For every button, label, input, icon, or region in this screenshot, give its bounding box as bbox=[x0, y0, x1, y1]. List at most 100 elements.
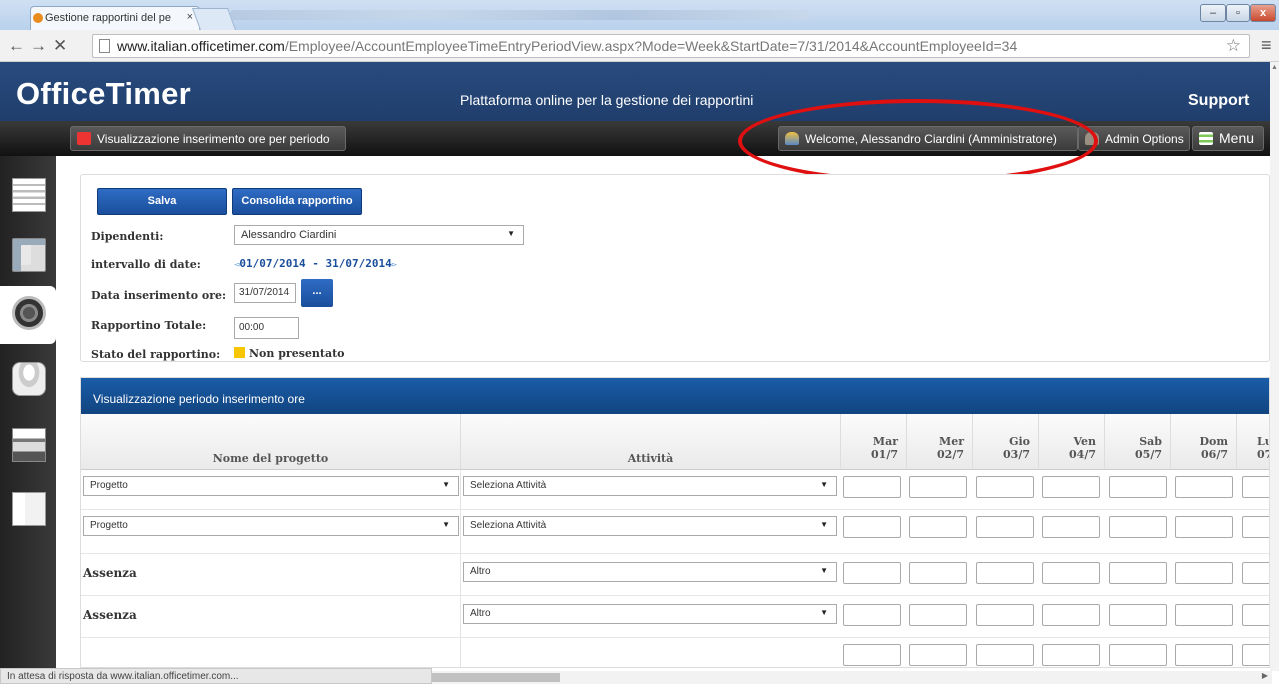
hours-cell[interactable] bbox=[843, 476, 901, 498]
project-column-header: Nome del progetto bbox=[81, 414, 461, 470]
hours-cell[interactable] bbox=[843, 516, 901, 538]
folders-icon bbox=[12, 428, 46, 462]
date-range-value: 01/07/2014 - 31/07/2014 bbox=[239, 257, 392, 270]
timesheet-form: Salva Consolida rapportino Dipendenti: A… bbox=[80, 174, 1270, 362]
consolidate-button[interactable]: Consolida rapportino bbox=[232, 188, 362, 215]
hours-cell[interactable] bbox=[1042, 562, 1100, 584]
entry-date-input[interactable]: 31/07/2014 bbox=[234, 283, 296, 303]
hours-cell[interactable] bbox=[1242, 644, 1269, 666]
horizontal-scrollbar[interactable]: ▶ bbox=[432, 671, 1272, 684]
hours-cell[interactable] bbox=[1242, 562, 1269, 584]
hours-cell[interactable] bbox=[976, 604, 1034, 626]
sidebar-item-documents[interactable] bbox=[0, 168, 56, 226]
status-badge: Non presentato bbox=[234, 347, 345, 360]
employee-label: Dipendenti: bbox=[91, 230, 164, 243]
hours-cell[interactable] bbox=[909, 562, 967, 584]
project-select[interactable]: Progetto ▼ bbox=[83, 476, 459, 496]
hours-cell[interactable] bbox=[1242, 604, 1269, 626]
hours-cell[interactable] bbox=[1242, 516, 1269, 538]
hours-cell[interactable] bbox=[976, 644, 1034, 666]
scroll-up-icon[interactable]: ▲ bbox=[1271, 64, 1278, 71]
hours-cell[interactable] bbox=[1109, 476, 1167, 498]
favicon-icon bbox=[33, 13, 43, 23]
hours-cell[interactable] bbox=[909, 476, 967, 498]
page-icon bbox=[99, 39, 110, 53]
save-button[interactable]: Salva bbox=[97, 188, 227, 215]
browser-tab[interactable]: Gestione rapportini del pe × bbox=[30, 6, 200, 30]
total-label: Rapportino Totale: bbox=[91, 319, 207, 332]
day-header: Mar 01/7 bbox=[841, 414, 907, 470]
status-square-icon bbox=[234, 347, 245, 358]
chevron-down-icon: ▼ bbox=[820, 520, 828, 529]
vertical-scrollbar[interactable]: ▲ bbox=[1270, 62, 1279, 671]
hours-cell[interactable] bbox=[1042, 476, 1100, 498]
hours-cell[interactable] bbox=[909, 644, 967, 666]
activity-select[interactable]: Altro ▼ bbox=[463, 562, 837, 582]
hours-cell[interactable] bbox=[976, 476, 1034, 498]
back-arrow-icon[interactable]: ← bbox=[8, 36, 25, 56]
activity-select[interactable]: Seleziona Attività ▼ bbox=[463, 516, 837, 536]
menu-button[interactable]: Menu bbox=[1192, 126, 1264, 151]
header-tagline: Plattaforma online per la gestione dei r… bbox=[460, 92, 754, 108]
sidebar-item-dashboard[interactable] bbox=[0, 286, 56, 344]
gauge-icon bbox=[12, 296, 46, 330]
period-view-button[interactable]: Visualizzazione inserimento ore per peri… bbox=[70, 126, 346, 151]
table-row: Assenza Altro ▼ bbox=[81, 554, 1269, 596]
close-window-button[interactable]: x bbox=[1250, 4, 1276, 22]
chevron-down-icon: ▼ bbox=[820, 480, 828, 489]
maximize-button[interactable]: ▫ bbox=[1226, 4, 1250, 22]
hours-cell[interactable] bbox=[909, 516, 967, 538]
hours-cell[interactable] bbox=[1175, 562, 1233, 584]
next-period-icon[interactable]: ▻ bbox=[392, 260, 397, 270]
checklist-icon bbox=[12, 492, 46, 526]
date-picker-button[interactable]: ... bbox=[301, 279, 333, 307]
scroll-thumb[interactable] bbox=[432, 673, 560, 682]
hours-cell[interactable] bbox=[1175, 644, 1233, 666]
tab-close-icon[interactable]: × bbox=[187, 11, 193, 23]
url-field[interactable]: www.italian.officetimer.com/Employee/Acc… bbox=[92, 34, 1250, 58]
hours-cell[interactable] bbox=[1175, 604, 1233, 626]
scroll-right-icon[interactable]: ▶ bbox=[1262, 671, 1268, 680]
hours-cell[interactable] bbox=[1109, 644, 1167, 666]
hours-cell[interactable] bbox=[976, 516, 1034, 538]
total-value-field: 00:00 bbox=[234, 317, 299, 339]
hours-cell[interactable] bbox=[843, 604, 901, 626]
hours-cell[interactable] bbox=[843, 644, 901, 666]
hours-cell[interactable] bbox=[1175, 476, 1233, 498]
day-header: Sab 05/7 bbox=[1105, 414, 1171, 470]
stop-icon[interactable]: ✕ bbox=[53, 36, 67, 56]
hours-cell[interactable] bbox=[909, 604, 967, 626]
sidebar-item-folders[interactable] bbox=[0, 418, 56, 476]
menu-icon bbox=[1199, 132, 1213, 145]
activity-select[interactable]: Seleziona Attività ▼ bbox=[463, 476, 837, 496]
activity-select[interactable]: Altro ▼ bbox=[463, 604, 837, 624]
hours-cell[interactable] bbox=[1109, 604, 1167, 626]
forward-arrow-icon[interactable]: → bbox=[30, 36, 47, 56]
table-row: Assenza Altro ▼ bbox=[81, 596, 1269, 638]
hours-cell[interactable] bbox=[1109, 516, 1167, 538]
employee-select[interactable]: Alessandro Ciardini ▼ bbox=[234, 225, 524, 245]
url-path: /Employee/AccountEmployeeTimeEntryPeriod… bbox=[284, 38, 1018, 54]
chevron-down-icon: ▼ bbox=[820, 608, 828, 617]
officetimer-logo[interactable]: OfficeTimer bbox=[16, 76, 191, 112]
sidebar-item-contacts[interactable] bbox=[0, 228, 56, 286]
hours-cell[interactable] bbox=[976, 562, 1034, 584]
minimize-button[interactable]: – bbox=[1200, 4, 1226, 22]
grid-title: Visualizzazione periodo inserimento ore bbox=[81, 378, 1269, 414]
hours-cell[interactable] bbox=[1042, 644, 1100, 666]
sidebar-item-checklist[interactable] bbox=[0, 482, 56, 540]
absence-label: Assenza bbox=[83, 608, 137, 622]
support-link[interactable]: Support bbox=[1188, 92, 1249, 110]
sidebar-item-phone[interactable] bbox=[0, 352, 56, 410]
hours-cell[interactable] bbox=[1042, 516, 1100, 538]
bookmark-star-icon[interactable]: ☆ bbox=[1226, 36, 1241, 56]
hours-cell[interactable] bbox=[1242, 476, 1269, 498]
project-select[interactable]: Progetto ▼ bbox=[83, 516, 459, 536]
admin-options-label: Admin Options bbox=[1105, 132, 1184, 146]
browser-menu-icon[interactable]: ≡ bbox=[1261, 35, 1272, 56]
hours-cell[interactable] bbox=[843, 562, 901, 584]
hours-cell[interactable] bbox=[1109, 562, 1167, 584]
address-toolbar: ← → ✕ www.italian.officetimer.com/Employ… bbox=[0, 30, 1279, 62]
hours-cell[interactable] bbox=[1042, 604, 1100, 626]
hours-cell[interactable] bbox=[1175, 516, 1233, 538]
